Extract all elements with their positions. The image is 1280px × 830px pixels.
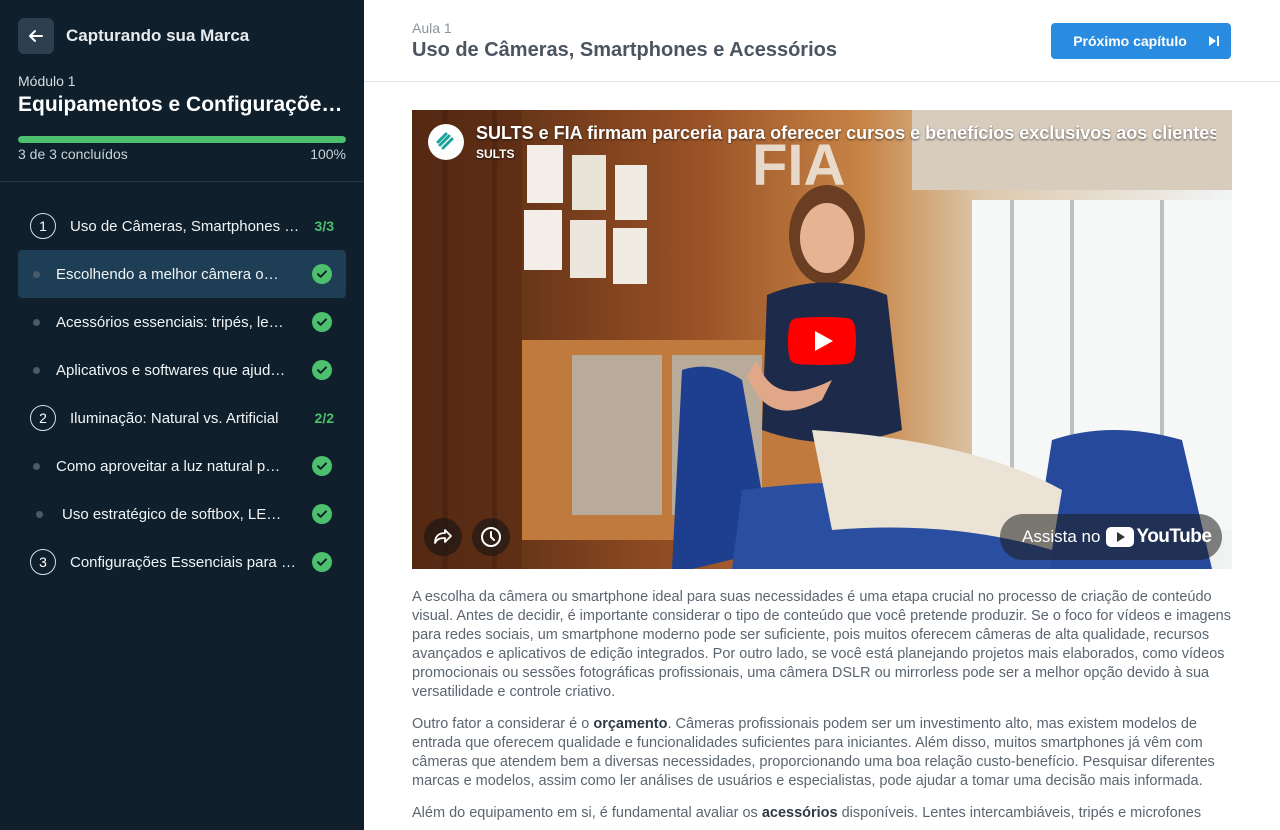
section-label: Configurações Essenciais para Câmeras <box>70 553 300 571</box>
section-count: 2/2 <box>314 410 334 426</box>
check-circle-icon <box>312 312 332 332</box>
play-button-icon[interactable] <box>788 317 856 365</box>
bullet-dot <box>33 366 40 374</box>
share-button[interactable] <box>424 518 462 556</box>
lesson-title: Uso de Câmeras, Smartphones e Acessórios <box>412 39 837 61</box>
progress-percent: 100% <box>310 146 346 162</box>
check-circle-icon <box>312 264 332 284</box>
watch-on-label: Assista no <box>1022 527 1101 546</box>
section-count: 3/3 <box>314 218 334 234</box>
skip-next-icon <box>1209 36 1219 46</box>
sidebar-header: Capturando sua Marca <box>18 18 249 54</box>
paragraph: Além do equipamento em si, é fundamental… <box>412 805 1202 821</box>
watch-on-youtube-button[interactable]: Assista no YouTube <box>1000 514 1222 560</box>
section-item-2[interactable]: 2 Iluminação: Natural vs. Artificial 2/2 <box>18 394 346 442</box>
bullet-dot <box>33 462 40 470</box>
check-circle-icon <box>312 552 332 572</box>
clock-icon <box>481 527 501 547</box>
share-icon <box>434 529 452 544</box>
bullet-dot <box>33 318 40 326</box>
course-title: Capturando sua Marca <box>66 26 250 45</box>
lesson-number: Aula 1 <box>412 20 452 36</box>
lesson-label: Como aproveitar a luz natural para fotos <box>56 457 286 475</box>
progress-text: 3 de 3 concluídos <box>18 146 128 162</box>
module-label: Módulo 1 <box>18 73 76 89</box>
section-number: 3 <box>30 549 56 575</box>
progress-fill <box>18 136 346 143</box>
youtube-wordmark: YouTube <box>1136 526 1212 547</box>
sidebar-divider <box>0 181 364 182</box>
section-label: Iluminação: Natural vs. Artificial <box>70 409 279 427</box>
bullet-dot <box>33 270 40 278</box>
module-title: Equipamentos e Configurações Essenciais <box>18 93 348 116</box>
lesson-item[interactable]: Acessórios essenciais: tripés, lentes e … <box>18 298 346 346</box>
lesson-item[interactable]: Uso estratégico de softbox, LED e reflet… <box>18 490 346 538</box>
lesson-header: Aula 1 Uso de Câmeras, Smartphones e Ace… <box>364 0 1280 82</box>
progress-bar <box>18 136 346 143</box>
lesson-label: Aplicativos e softwares que ajudam na ca… <box>56 361 286 379</box>
check-circle-icon <box>312 504 332 524</box>
section-label: Uso de Câmeras, Smartphones e Acessórios <box>70 217 300 235</box>
channel-logo-icon[interactable] <box>428 124 464 160</box>
video-title[interactable]: SULTS e FIA firmam parceria para oferece… <box>476 123 1216 144</box>
check-circle-icon <box>312 360 332 380</box>
lesson-label: Escolhendo a melhor câmera ou smartphone <box>56 265 286 283</box>
lesson-item[interactable]: Como aproveitar a luz natural para fotos <box>18 442 346 490</box>
check-circle-icon <box>312 456 332 476</box>
next-chapter-label: Próximo capítulo <box>1073 33 1187 49</box>
section-item-1[interactable]: 1 Uso de Câmeras, Smartphones e Acessóri… <box>18 202 346 250</box>
youtube-icon <box>1106 527 1135 547</box>
main-content: Aula 1 Uso de Câmeras, Smartphones e Ace… <box>364 0 1280 830</box>
watch-later-button[interactable] <box>472 518 510 556</box>
lesson-item[interactable]: Aplicativos e softwares que ajudam na ca… <box>18 346 346 394</box>
arrow-left-icon <box>29 30 43 42</box>
sidebar: Capturando sua Marca Módulo 1 Equipament… <box>0 0 364 830</box>
video-channel[interactable]: SULTS <box>476 147 514 161</box>
paragraph: Outro fator a considerar é o orçamento. … <box>412 716 1215 789</box>
next-chapter-button[interactable]: Próximo capítulo <box>1051 23 1231 59</box>
lesson-item-active[interactable]: Escolhendo a melhor câmera ou smartphone <box>18 250 346 298</box>
paragraph: A escolha da câmera ou smartphone ideal … <box>412 589 1231 700</box>
bullet-dot <box>36 510 43 518</box>
lesson-nav: 1 Uso de Câmeras, Smartphones e Acessóri… <box>18 202 346 586</box>
back-button[interactable] <box>18 18 54 54</box>
lesson-text: A escolha da câmera ou smartphone ideal … <box>412 588 1232 830</box>
section-number: 1 <box>30 213 56 239</box>
video-player[interactable]: FIA SULTS e FIA firmam parceria para ofe… <box>412 110 1232 569</box>
lesson-label: Uso estratégico de softbox, LED e reflet… <box>62 505 292 523</box>
section-item-3[interactable]: 3 Configurações Essenciais para Câmeras <box>18 538 346 586</box>
youtube-logo: YouTube <box>1106 526 1212 548</box>
lesson-label: Acessórios essenciais: tripés, lentes e … <box>56 313 286 331</box>
section-number: 2 <box>30 405 56 431</box>
